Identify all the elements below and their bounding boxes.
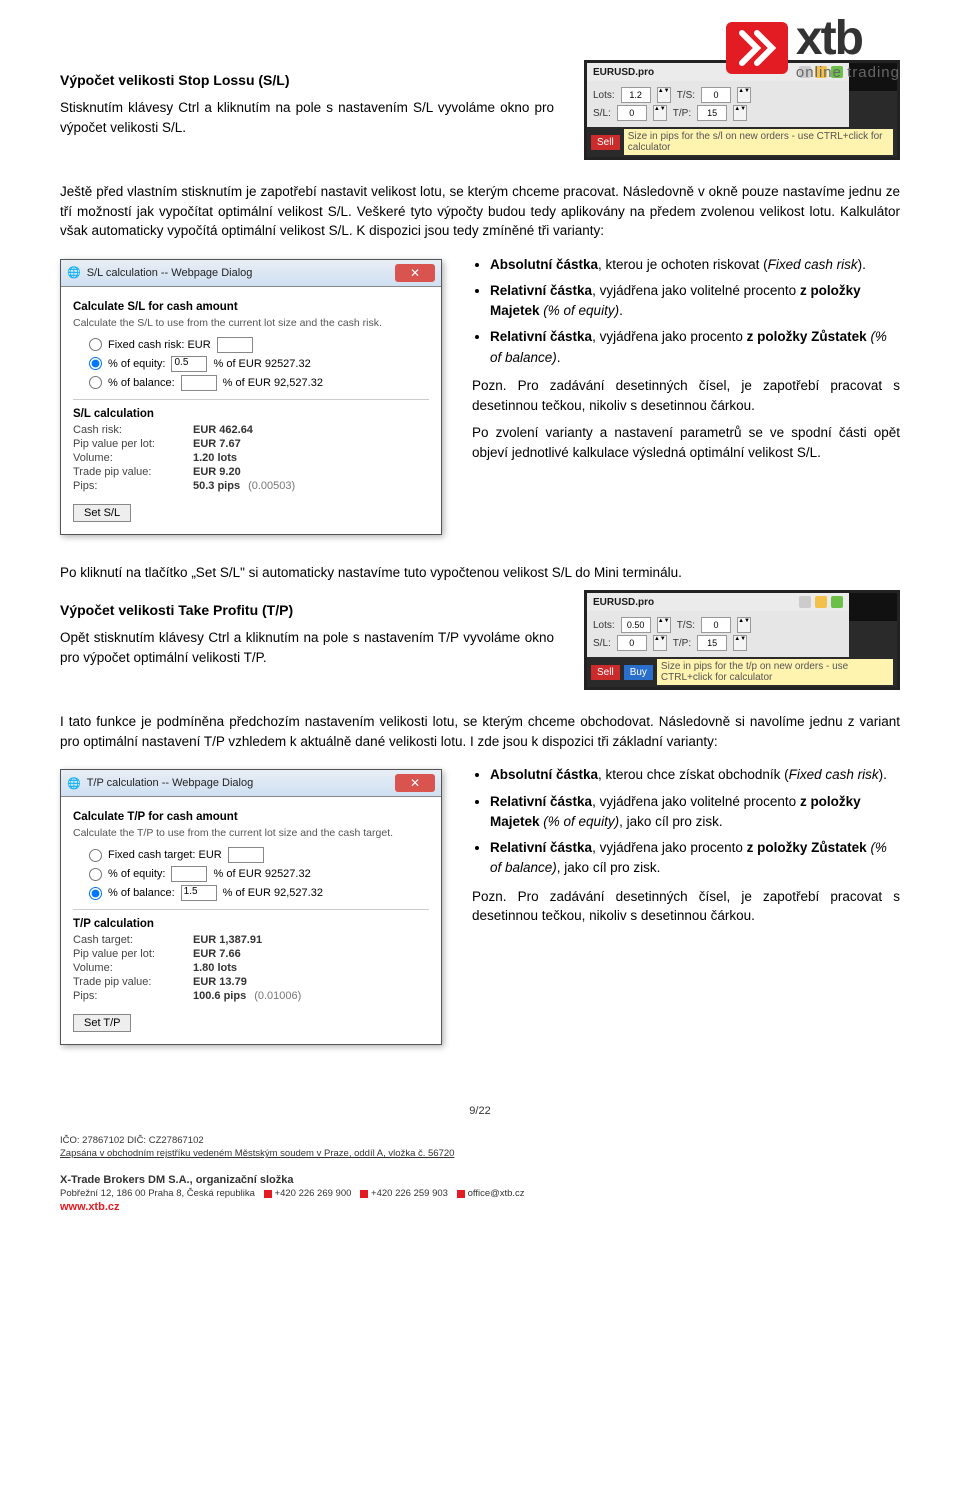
sell-button[interactable]: Sell [591, 665, 620, 680]
dialog-title: 🌐 T/P calculation -- Webpage Dialog [67, 777, 253, 790]
page-footer: 9/22 IČO: 27867102 DIČ: CZ27867102 Zapsá… [60, 1105, 900, 1213]
tp-spinner[interactable]: ▲▼ [733, 105, 747, 121]
heading-sl: Výpočet velikosti Stop Lossu (S/L) [60, 72, 554, 88]
close-icon[interactable]: ✕ [395, 264, 435, 282]
text-sl-post: Po zvolení varianty a nastavení parametr… [472, 423, 900, 462]
page-number: 9/22 [60, 1105, 900, 1117]
pct-equity-input[interactable] [171, 866, 207, 882]
sparkline [849, 593, 897, 621]
sl-variants-list: Absolutní částka, kterou je ochoten risk… [490, 255, 900, 368]
symbol-label: EURUSD.pro [593, 597, 654, 608]
dialog-desc: Calculate the S/L to use from the curren… [73, 317, 429, 329]
tp-input[interactable]: 15 [697, 635, 727, 651]
text-tp-intro-2: I tato funkce je podmíněna předchozím na… [60, 712, 900, 751]
sl-calculation-dialog: 🌐 S/L calculation -- Webpage Dialog ✕ Ca… [60, 259, 442, 535]
sl-input[interactable]: 0 [617, 105, 647, 121]
symbol-label: EURUSD.pro [593, 67, 654, 78]
ts-label: T/S: [677, 90, 695, 101]
dialog-heading: Calculate S/L for cash amount [73, 301, 429, 313]
pct-equity-input[interactable]: 0.5 [171, 356, 207, 372]
opt-pct-balance[interactable] [89, 376, 102, 389]
ts-input[interactable]: 0 [701, 87, 731, 103]
opt-fixed-cash[interactable] [89, 338, 102, 351]
dialog-title: 🌐 S/L calculation -- Webpage Dialog [67, 266, 252, 279]
heading-tp: Výpočet velikosti Take Profitu (T/P) [60, 602, 554, 618]
tp-variants-list: Absolutní částka, kterou chce získat obc… [490, 765, 900, 878]
opt-pct-equity[interactable] [89, 357, 102, 370]
sl-spinner[interactable]: ▲▼ [653, 105, 667, 121]
ie-icon: 🌐 [67, 266, 81, 279]
bullet-icon [457, 1190, 465, 1198]
tp-calculation-dialog: 🌐 T/P calculation -- Webpage Dialog ✕ Ca… [60, 769, 442, 1045]
bullet-icon [360, 1190, 368, 1198]
pct-balance-input[interactable]: 1.5 [181, 885, 217, 901]
logo-text: xtb [796, 15, 900, 63]
miniterm-hint: Size in pips for the s/l on new orders -… [624, 129, 893, 155]
calc-heading: S/L calculation [73, 408, 429, 420]
website-link[interactable]: www.xtb.cz [60, 1201, 900, 1213]
miniterm-hint: Size in pips for the t/p on new orders -… [657, 659, 893, 685]
lots-input[interactable]: 0.50 [621, 617, 651, 633]
bullet-icon [264, 1190, 272, 1198]
opt-pct-equity[interactable] [89, 868, 102, 881]
opt-fixed-cash[interactable] [89, 849, 102, 862]
ts-input[interactable]: 0 [701, 617, 731, 633]
brand-logo: xtb online trading [726, 15, 900, 80]
tp-label: T/P: [673, 108, 691, 119]
set-sl-button[interactable]: Set S/L [73, 504, 131, 522]
ie-icon: 🌐 [67, 777, 81, 790]
text-sl-intro-2: Ještě před vlastním stisknutím je zapotř… [60, 182, 900, 241]
text-sl-after-click: Po kliknutí na tlačítko „Set S/L" si aut… [60, 563, 900, 583]
fixed-cash-input[interactable] [217, 337, 253, 353]
text-tp-intro-1: Opět stisknutím klávesy Ctrl a kliknutím… [60, 628, 554, 667]
lots-spinner[interactable]: ▲▼ [657, 87, 671, 103]
set-tp-button[interactable]: Set T/P [73, 1014, 131, 1032]
buy-button[interactable]: Buy [624, 665, 653, 680]
opt-pct-balance[interactable] [89, 887, 102, 900]
lots-input[interactable]: 1.2 [621, 87, 651, 103]
sl-input[interactable]: 0 [617, 635, 647, 651]
text-sl-note: Pozn. Pro zadávání desetinných čísel, je… [472, 376, 900, 415]
text-tp-note: Pozn. Pro zadávání desetinných čísel, je… [472, 887, 900, 926]
sl-label: S/L: [593, 108, 611, 119]
logo-subtitle: online trading [796, 65, 900, 80]
close-icon[interactable]: ✕ [395, 774, 435, 792]
pct-balance-input[interactable] [181, 375, 217, 391]
tp-input[interactable]: 15 [697, 105, 727, 121]
text-sl-intro-1: Stisknutím klávesy Ctrl a kliknutím na p… [60, 98, 554, 137]
mini-terminal-tp: EURUSD.pro Lots: 0.50▲▼ T/S: 0▲▼ S [584, 590, 900, 704]
logo-icon [726, 22, 788, 74]
sell-button[interactable]: Sell [591, 135, 620, 150]
ts-spinner[interactable]: ▲▼ [737, 87, 751, 103]
lots-label: Lots: [593, 90, 615, 101]
miniterm-icons [799, 596, 843, 608]
fixed-cash-input[interactable] [228, 847, 264, 863]
